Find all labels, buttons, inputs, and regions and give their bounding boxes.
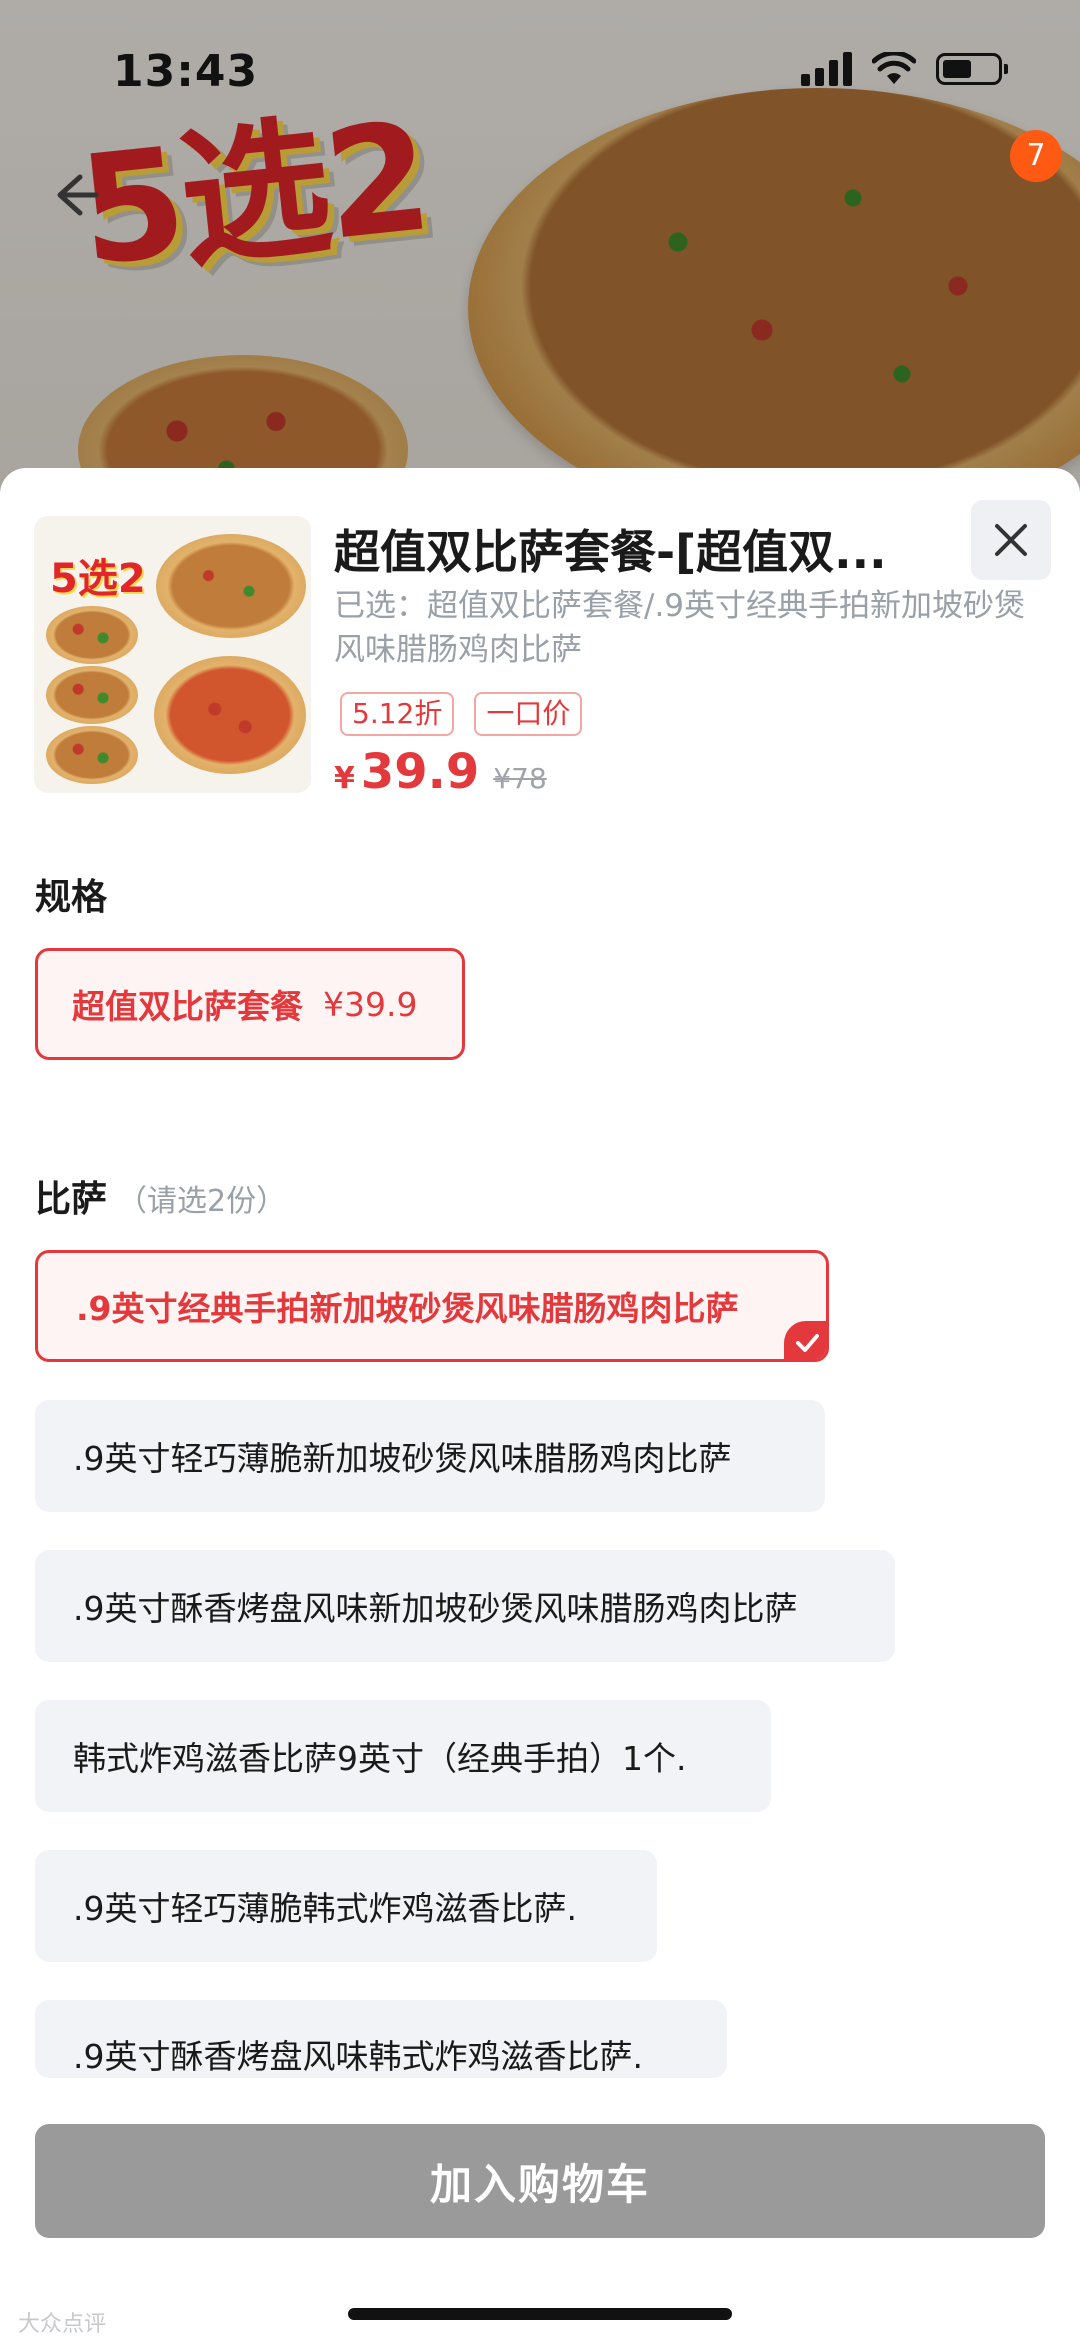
current-price: 39.9 bbox=[360, 744, 480, 800]
home-indicator[interactable] bbox=[348, 2308, 732, 2320]
spec-option-price: ¥39.9 bbox=[323, 984, 418, 1024]
pizza-option-label: 韩式炸鸡滋香比萨9英寸（经典手拍）1个. bbox=[73, 1739, 687, 1778]
pizza-section-hint: （请选2份） bbox=[117, 1184, 287, 1219]
pizza-option[interactable]: .9英寸轻巧薄脆新加坡砂煲风味腊肠鸡肉比萨 bbox=[35, 1400, 825, 1512]
product-title: 超值双比萨套餐-[超值双... bbox=[334, 525, 887, 579]
pizza-option[interactable]: .9英寸酥香烤盘风味韩式炸鸡滋香比萨. bbox=[35, 2000, 727, 2078]
pizza-option-label: .9英寸经典手拍新加坡砂煲风味腊肠鸡肉比萨 bbox=[76, 1289, 739, 1328]
pizza-option-label: .9英寸酥香烤盘风味韩式炸鸡滋香比萨. bbox=[73, 2037, 643, 2076]
pizza-section-title: 比萨 （请选2份） bbox=[35, 1170, 286, 1222]
discount-tag: 5.12折 bbox=[340, 692, 455, 736]
spec-option-label: 超值双比萨套餐 bbox=[72, 987, 303, 1026]
cart-count-badge[interactable]: 7 bbox=[1010, 130, 1062, 182]
product-thumbnail: 5选2 bbox=[34, 516, 311, 793]
spec-option[interactable]: 超值双比萨套餐 ¥39.9 bbox=[35, 948, 465, 1060]
status-icons bbox=[801, 52, 1008, 86]
original-price: ¥78 bbox=[493, 762, 547, 795]
status-bar: 13:43 bbox=[0, 0, 1080, 140]
spec-section-title: 规格 bbox=[35, 877, 108, 918]
back-arrow-icon[interactable] bbox=[44, 165, 104, 225]
watermark: 大众点评 bbox=[18, 2312, 107, 2337]
thumbnail-promo-text: 5选2 bbox=[50, 556, 146, 602]
battery-icon bbox=[936, 53, 1008, 85]
close-icon bbox=[995, 524, 1027, 556]
price-currency: ¥ bbox=[334, 761, 355, 796]
pizza-option-label: .9英寸轻巧薄脆韩式炸鸡滋香比萨. bbox=[73, 1889, 577, 1928]
sku-selection-sheet: 5选2 超值双比萨套餐-[超值双... 已选：超值双比萨套餐/.9英寸经典手拍新… bbox=[0, 468, 1080, 2337]
check-icon bbox=[784, 1321, 826, 1359]
promo-tags: 5.12折 一口价 bbox=[340, 692, 583, 736]
close-button[interactable] bbox=[971, 500, 1051, 580]
pizza-option[interactable]: .9英寸酥香烤盘风味新加坡砂煲风味腊肠鸡肉比萨 bbox=[35, 1550, 895, 1662]
signal-icon bbox=[801, 52, 852, 86]
pizza-option-label: .9英寸轻巧薄脆新加坡砂煲风味腊肠鸡肉比萨 bbox=[73, 1439, 732, 1478]
price-row: ¥ 39.9 ¥78 bbox=[334, 744, 547, 800]
add-to-cart-button[interactable]: 加入购物车 bbox=[35, 2124, 1045, 2238]
wifi-icon bbox=[872, 52, 916, 84]
pizza-option[interactable]: 韩式炸鸡滋香比萨9英寸（经典手拍）1个. bbox=[35, 1700, 771, 1812]
status-time: 13:43 bbox=[113, 46, 259, 97]
pizza-option[interactable]: .9英寸轻巧薄脆韩式炸鸡滋香比萨. bbox=[35, 1850, 657, 1962]
fixed-price-tag: 一口价 bbox=[474, 692, 583, 736]
pizza-option[interactable]: .9英寸经典手拍新加坡砂煲风味腊肠鸡肉比萨 bbox=[35, 1250, 829, 1362]
selected-summary: 已选：超值双比萨套餐/.9英寸经典手拍新加坡砂煲风味腊肠鸡肉比萨 bbox=[334, 588, 1026, 668]
pizza-section-label: 比萨 bbox=[35, 1179, 108, 1220]
pizza-option-label: .9英寸酥香烤盘风味新加坡砂煲风味腊肠鸡肉比萨 bbox=[73, 1589, 798, 1628]
